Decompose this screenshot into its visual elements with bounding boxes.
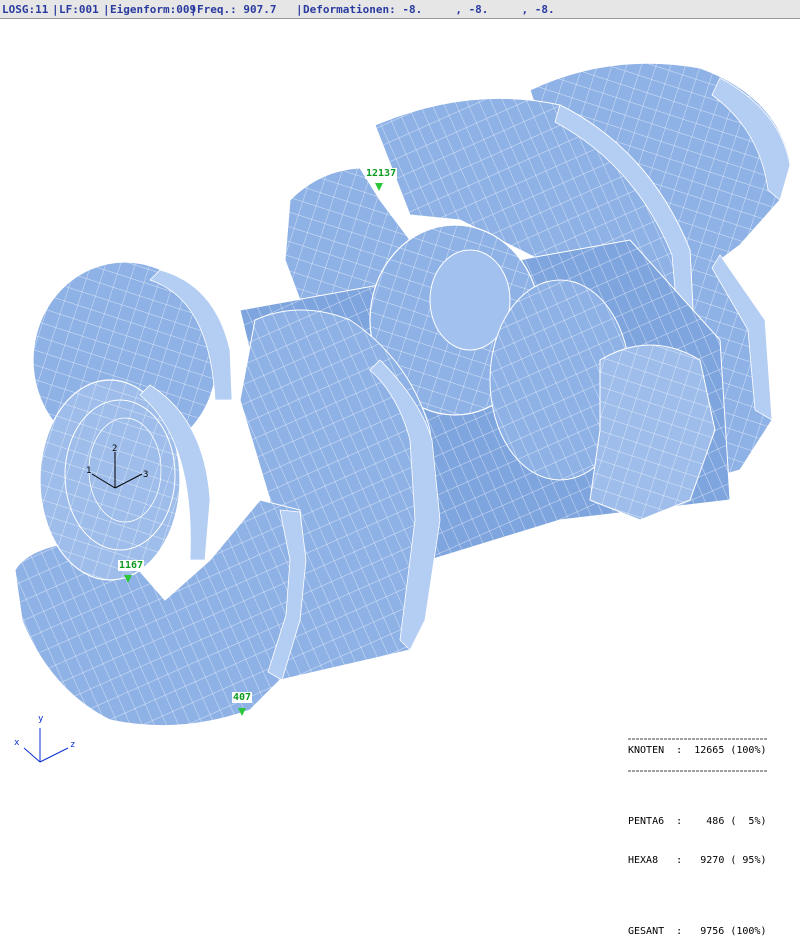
stat-colon: : <box>664 926 701 937</box>
status-deformations: Deformationen: -8. , -8. , -8. <box>303 3 555 16</box>
node-label[interactable]: 407 <box>232 692 253 703</box>
status-separator: | <box>52 3 59 16</box>
status-eigenform: Eigenform:009 <box>110 3 197 16</box>
stat-label: PENTA6 <box>628 816 665 827</box>
stat-value: 486 ( 5%) <box>706 816 767 827</box>
stat-colon: : <box>664 816 707 827</box>
element-statistics: KNOTEN : 12665 (100%) PENTA6 : 486 ( 5%)… <box>628 718 800 951</box>
node-marker-icon <box>238 708 246 716</box>
status-separator: | <box>190 3 197 16</box>
triad-label-x: x <box>14 738 20 748</box>
stat-label: GESANT <box>628 926 665 937</box>
stat-value: 9270 ( 95%) <box>700 855 767 866</box>
local-axis-label-3: 3 <box>143 470 149 480</box>
stat-value: 9756 (100%) <box>700 926 767 937</box>
stat-penta6: PENTA6 : 486 ( 5%) <box>628 815 800 828</box>
node-label[interactable]: 12137 <box>365 168 398 179</box>
status-frequency: Freq.: 907.7 <box>197 3 277 16</box>
stat-label: KNOTEN <box>628 745 665 756</box>
stat-knoten: KNOTEN : 12665 (100%) <box>628 744 800 757</box>
status-separator: | <box>103 3 110 16</box>
triad-label-z: z <box>70 740 76 750</box>
status-bar: LOSG:11 | LF:001 | Eigenform:009 | Freq.… <box>0 0 800 19</box>
model-viewport[interactable] <box>0 19 800 800</box>
status-separator: | <box>296 3 303 16</box>
stat-value: 12665 (100%) <box>694 745 767 756</box>
node-marker-icon <box>124 575 132 583</box>
stat-colon: : <box>664 745 695 756</box>
node-label[interactable]: 1167 <box>118 560 145 571</box>
triad-label-y: y <box>38 714 44 724</box>
status-lf: LF:001 <box>59 3 99 16</box>
status-losg: LOSG:11 <box>2 3 49 16</box>
stat-gesamt: GESANT : 9756 (100%) <box>628 925 800 938</box>
local-axis-label-1: 1 <box>86 466 92 476</box>
global-triad <box>23 728 69 763</box>
crankshaft-mesh[interactable] <box>0 19 800 800</box>
stat-label: HEXA8 <box>628 855 659 866</box>
node-marker-icon <box>375 183 383 191</box>
stat-hexa8: HEXA8 : 9270 ( 95%) <box>628 854 800 867</box>
local-axis-label-2: 2 <box>112 444 118 454</box>
stat-colon: : <box>658 855 701 866</box>
